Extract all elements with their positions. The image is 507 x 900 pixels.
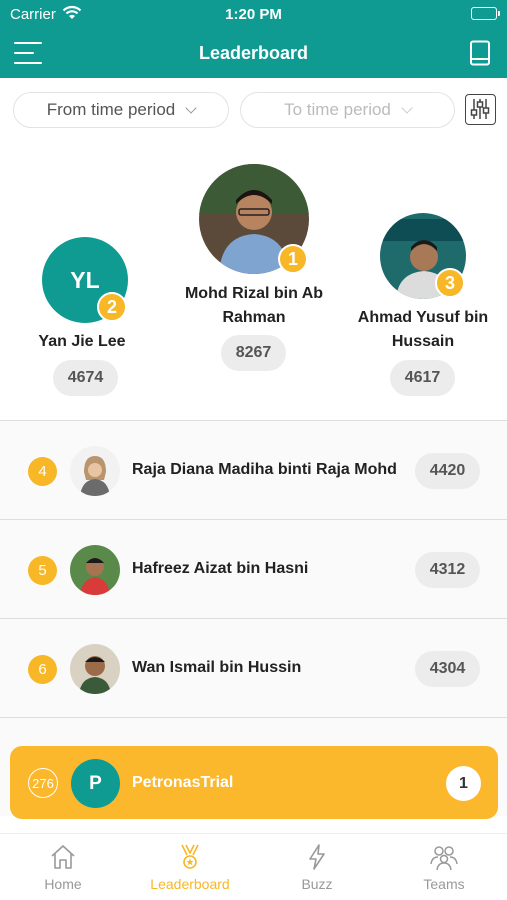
tab-label: Buzz — [301, 876, 333, 892]
to-period-label: To time period — [284, 100, 391, 119]
tab-bar: Home Leaderboard Buzz Teams — [0, 833, 507, 900]
first-place-name: Mohd Rizal bin Ab Rahman — [184, 285, 324, 326]
avatar — [70, 545, 120, 595]
avatar-initials: YL — [70, 266, 100, 293]
app-header: Carrier 1:20 PM Leaderboard — [0, 0, 507, 78]
tab-home[interactable]: Home — [0, 834, 126, 900]
second-place-score: 4674 — [53, 360, 118, 396]
book-icon[interactable] — [469, 40, 491, 66]
rank-number: 6 — [28, 655, 57, 684]
tab-leaderboard[interactable]: Leaderboard — [127, 834, 253, 900]
chevron-down-icon — [401, 102, 413, 114]
rank-badge-third: 3 — [435, 268, 465, 298]
avatar — [70, 644, 120, 694]
list-item[interactable]: 5 Hafreez Aizat bin Hasni 4312 — [0, 519, 507, 618]
tab-label: Leaderboard — [150, 876, 230, 892]
list-item-name: Hafreez Aizat bin Hasni — [132, 560, 309, 577]
rank-number: 5 — [28, 556, 57, 585]
filter-sliders-button[interactable] — [465, 94, 496, 125]
rank-badge-first: 1 — [278, 244, 308, 274]
battery-icon — [471, 7, 500, 20]
my-rank-number: 276 — [28, 768, 58, 798]
rank-badge-second: 2 — [97, 292, 127, 322]
my-rank-bar[interactable]: 276 P PetronasTrial 1 — [10, 746, 498, 819]
list-item-score: 4304 — [415, 651, 480, 687]
rank-number: 4 — [28, 457, 57, 486]
list-item-name: Raja Diana Madiha binti Raja Mohd — [132, 461, 397, 478]
tab-label: Teams — [423, 876, 465, 892]
list-item-score: 4420 — [415, 453, 480, 489]
status-time: 1:20 PM — [225, 6, 282, 23]
list-item[interactable]: 6 Wan Ismail bin Hussin 4304 — [0, 618, 507, 717]
first-place-score: 8267 — [221, 335, 286, 371]
my-name: PetronasTrial — [132, 774, 234, 791]
from-period-label: From time period — [46, 100, 176, 119]
status-bar: Carrier 1:20 PM — [0, 0, 507, 28]
tab-teams[interactable]: Teams — [381, 834, 507, 900]
my-avatar: P — [71, 759, 120, 808]
third-place-score: 4617 — [390, 360, 455, 396]
list-item-score: 4312 — [415, 552, 480, 588]
home-icon — [51, 845, 75, 869]
lightning-icon — [309, 844, 325, 870]
tab-label: Home — [44, 876, 82, 892]
avatar — [70, 446, 120, 496]
filter-bar: From time period To time period — [0, 90, 507, 130]
trophy-icon — [181, 844, 199, 869]
my-score: 1 — [446, 766, 481, 801]
podium: 1 Mohd Rizal bin Ab Rahman 8267 YL 2 Yan… — [0, 140, 507, 420]
sliders-icon — [470, 99, 490, 119]
third-place-name: Ahmad Yusuf bin Hussain — [357, 309, 489, 350]
chevron-down-icon — [185, 102, 197, 114]
to-period-select[interactable]: To time period — [240, 92, 455, 128]
from-period-select[interactable]: From time period — [13, 92, 229, 128]
tab-buzz[interactable]: Buzz — [254, 834, 380, 900]
page-title: Leaderboard — [198, 43, 309, 63]
team-icon — [430, 846, 458, 871]
list-item-name: Wan Ismail bin Hussin — [132, 659, 302, 676]
second-place-name: Yan Jie Lee — [38, 333, 126, 350]
list-item[interactable]: 4 Raja Diana Madiha binti Raja Mohd 4420 — [0, 420, 507, 519]
